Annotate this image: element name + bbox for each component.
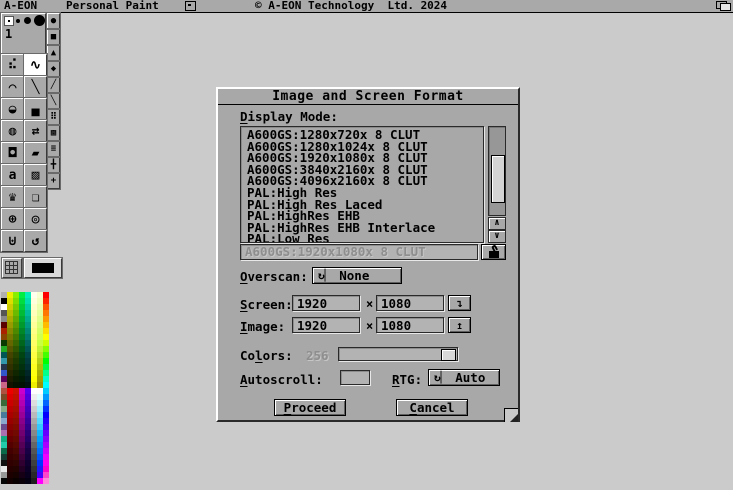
menubar: A-EON Personal Paint © A-EON Technology … <box>0 0 733 13</box>
sparse-dots-pattern-button[interactable]: ⠿ <box>47 109 60 125</box>
brush-size-3[interactable] <box>24 17 31 24</box>
iconify-icon[interactable] <box>185 1 196 11</box>
brush-size-4[interactable] <box>34 15 45 26</box>
triangle-brush-button[interactable]: ▲ <box>47 45 60 61</box>
screen-depth-icon[interactable] <box>716 1 731 10</box>
screen: { "menubar": { "screen_name": "A-EON", "… <box>0 0 733 490</box>
autoscroll-label: Autoscroll: <box>240 372 323 387</box>
rtg-value: Auto <box>455 370 485 385</box>
thick-cross-brush-button[interactable]: ╋ <box>47 157 60 173</box>
mode-list-item[interactable]: PAL:Low Res <box>247 233 483 243</box>
autoscroll-checkbox[interactable] <box>340 370 370 385</box>
diamond-brush-button[interactable]: ◆ <box>47 61 60 77</box>
display-mode-label: Display Mode: <box>240 109 338 124</box>
rtg-label: RTG: <box>392 372 422 387</box>
line-tool-button[interactable]: ╲ <box>24 76 47 98</box>
app-title: Personal Paint <box>66 0 159 11</box>
dialog-title: Image and Screen Format <box>272 89 464 104</box>
airbrush-tool-button[interactable]: ◘ <box>1 142 24 164</box>
gradient-tool-button[interactable]: ▨ <box>24 164 47 186</box>
lines-pattern-button[interactable]: ≡ <box>47 141 60 157</box>
rectangle-tool-button[interactable]: ▄ <box>24 98 47 120</box>
colors-slider-knob[interactable] <box>441 349 456 361</box>
brush-size-selector[interactable]: 1 <box>1 13 46 54</box>
image-height-input[interactable] <box>376 317 444 333</box>
zoom-in-tool-button[interactable]: ⊕ <box>1 208 24 230</box>
dotted-freehand-tool-button[interactable]: ⠮ <box>1 54 24 76</box>
colors-label: Colors: <box>240 348 293 363</box>
thin-cross-brush-button[interactable]: + <box>47 173 60 189</box>
copy-image-to-screen-button[interactable]: ↥ <box>448 317 471 333</box>
image-width-input[interactable] <box>292 317 360 333</box>
scroll-up-button[interactable]: ∧ <box>488 217 506 230</box>
display-mode-list[interactable]: A600GS:1280x720x 8 CLUTA600GS:1280x1024x… <box>240 126 484 243</box>
colors-slider[interactable] <box>338 347 458 361</box>
fill-tool-button[interactable]: ▰ <box>24 142 47 164</box>
image-label: Image: <box>240 319 285 334</box>
freehand-tool-button[interactable]: ∿ <box>24 54 47 76</box>
brush-size-2[interactable] <box>16 19 20 23</box>
brush-tool-button[interactable]: ♛ <box>1 186 24 208</box>
scrollbar-thumb[interactable] <box>491 155 505 203</box>
cancel-button[interactable]: Cancel <box>396 399 468 416</box>
screen-times-separator: × <box>366 297 373 311</box>
screen-title: A-EON <box>4 0 37 11</box>
magnify-tool-button[interactable]: ◎ <box>24 208 47 230</box>
ellipse-tool-button[interactable]: ◒ <box>1 98 24 120</box>
brush-size-1[interactable] <box>4 16 14 26</box>
screen-label: Screen: <box>240 297 293 312</box>
circle-brush-button[interactable]: ● <box>47 13 60 29</box>
backslash-brush-button[interactable]: ╲ <box>47 93 60 109</box>
chevron-down-icon: ∨ <box>494 232 499 241</box>
dialog-title-bar[interactable]: Image and Screen Format <box>218 89 518 105</box>
select-tool-button[interactable]: ❏ <box>24 186 47 208</box>
image-screen-format-dialog: Image and Screen Format Display Mode: A6… <box>216 87 520 422</box>
unlock-icon <box>489 251 499 258</box>
cycle-icon: ↻▏ <box>318 269 331 282</box>
dense-dots-pattern-button[interactable]: ▩ <box>47 125 60 141</box>
square-brush-button[interactable]: ■ <box>47 29 60 45</box>
current-color-swatch[interactable] <box>24 258 62 278</box>
colors-value: 256 <box>306 348 329 363</box>
palette-color[interactable] <box>43 478 49 484</box>
screen-height-input[interactable] <box>376 295 444 311</box>
screen-width-input[interactable] <box>292 295 360 311</box>
image-times-separator: × <box>366 319 373 333</box>
text-tool-button[interactable]: a <box>1 164 24 186</box>
lock-button[interactable] <box>481 244 506 260</box>
filled-ellipse-tool-button[interactable]: ◍ <box>1 120 24 142</box>
scroll-down-button[interactable]: ∨ <box>488 230 506 243</box>
arrow-corner-down-icon: ↴ <box>456 297 463 310</box>
overscan-value: None <box>339 268 369 283</box>
polygon-tool-button[interactable]: ⇄ <box>24 120 47 142</box>
curve-tool-button[interactable]: ⌒ <box>1 76 24 98</box>
cycle-icon: ↻▏ <box>434 371 447 384</box>
scrollbar-track[interactable] <box>488 126 506 216</box>
overscan-label: Overscan: <box>240 269 308 284</box>
color-palette <box>1 292 49 484</box>
mode-string-field[interactable]: A600GS:1920x1080x 8 CLUT <box>240 244 478 260</box>
undo-tool-button[interactable]: ↺ <box>24 230 47 252</box>
toolbox: ⠮∿⌒╲◒▄◍⇄◘▰a▨♛❏⊕◎⊎↺ <box>1 54 47 252</box>
chevron-up-icon: ∧ <box>494 219 499 228</box>
resize-triangle-icon <box>510 414 518 422</box>
arrow-corner-up-icon: ↥ <box>456 319 463 332</box>
rtg-cycle-button[interactable]: ↻▏ Auto <box>428 369 500 386</box>
slash-brush-button[interactable]: ╱ <box>47 77 60 93</box>
trash-tool-button[interactable]: ⊎ <box>1 230 24 252</box>
mode-list-scrollbar: ∧ ∨ <box>488 126 506 243</box>
toolbox-strip: ●■▲◆╱╲⠿▩≡╋+ <box>47 13 60 189</box>
brush-size-label: 1 <box>5 28 12 40</box>
copy-screen-to-image-button[interactable]: ↴ <box>448 295 471 311</box>
resize-handle[interactable] <box>504 408 518 422</box>
copyright-text: © A-EON Technology Ltd. 2024 <box>255 0 447 11</box>
proceed-button[interactable]: Proceed <box>274 399 346 416</box>
overscan-cycle-button[interactable]: ↻▏ None <box>312 267 402 284</box>
pattern-grid-icon[interactable] <box>2 258 22 278</box>
